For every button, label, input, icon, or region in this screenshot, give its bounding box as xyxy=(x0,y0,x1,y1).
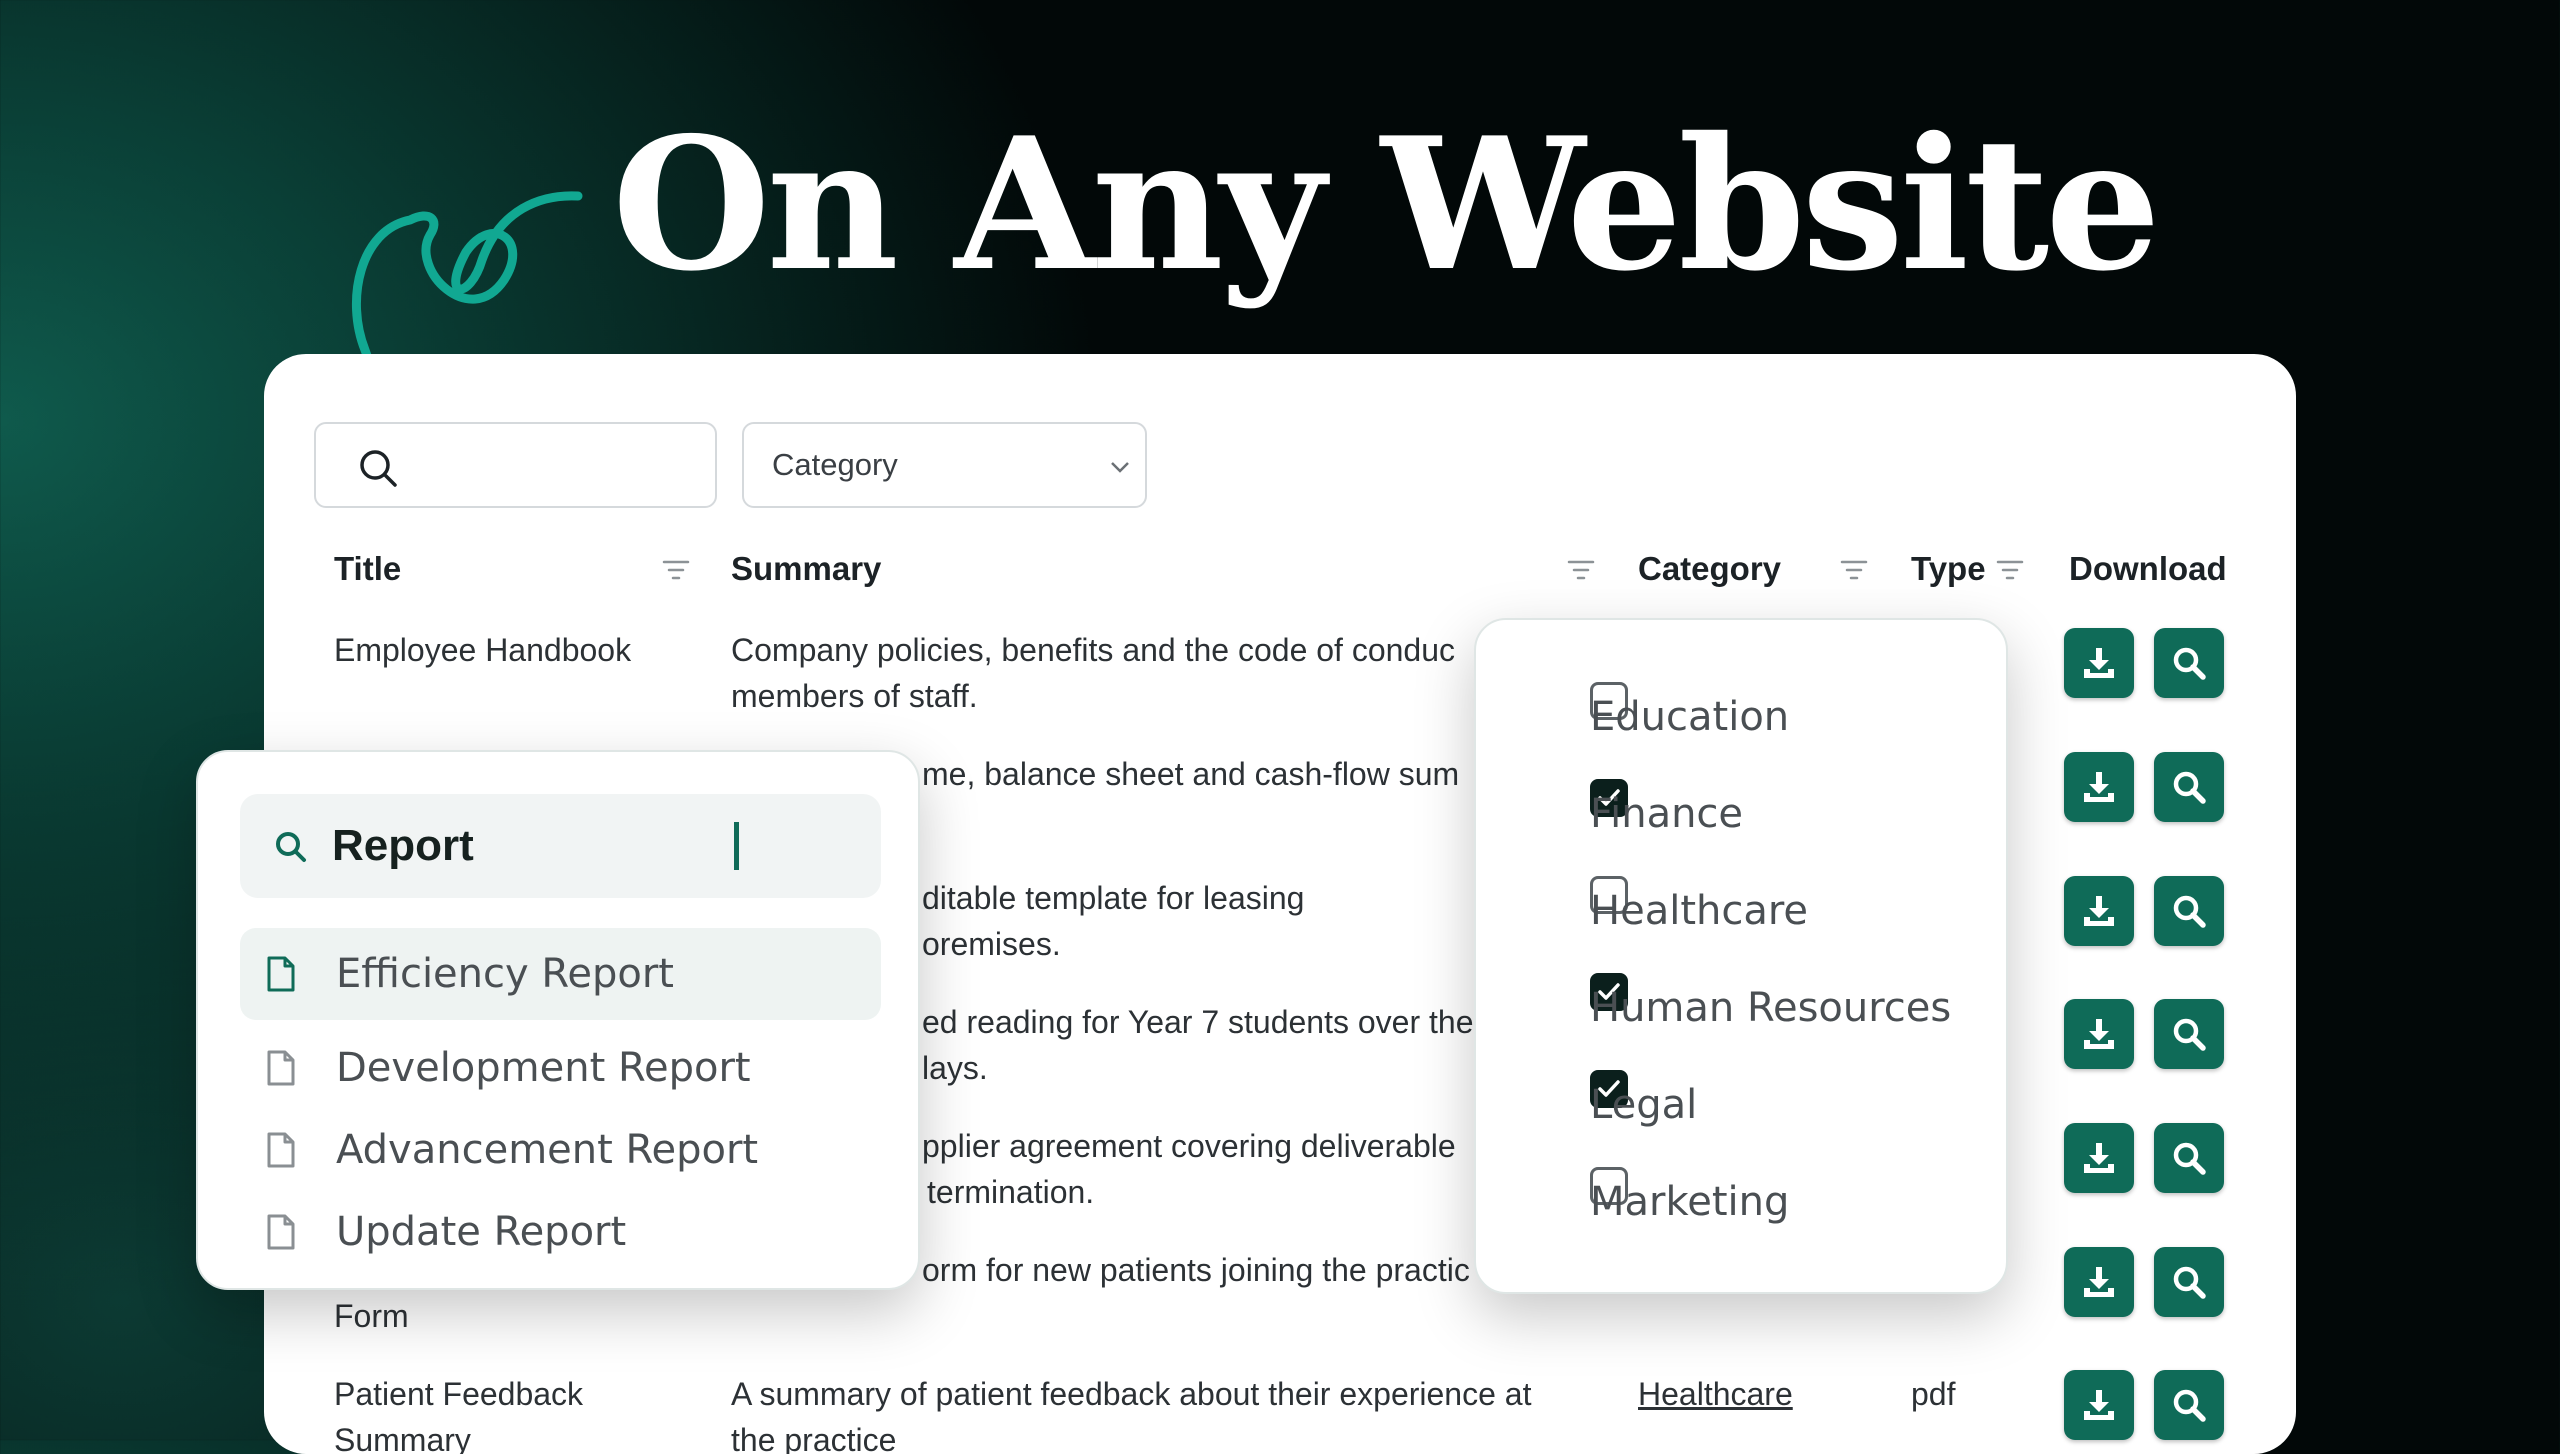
document-icon xyxy=(267,956,295,992)
preview-button[interactable] xyxy=(2154,999,2224,1069)
row-5-summary-line-1: pplier agreement covering deliverable xyxy=(922,1128,1456,1164)
preview-button[interactable] xyxy=(2154,1247,2224,1317)
download-button[interactable] xyxy=(2064,752,2134,822)
autocomplete-input[interactable]: Report xyxy=(240,794,881,898)
row-4-summary-line-1: ed reading for Year 7 students over the xyxy=(922,1004,1474,1040)
magnifier-icon xyxy=(2173,1142,2206,1175)
column-header-download: Download xyxy=(2069,550,2227,587)
search-icon xyxy=(276,832,306,862)
column-header-category[interactable]: Category xyxy=(1638,549,1781,589)
row-7-category-link[interactable]: Healthcare xyxy=(1638,1371,1793,1417)
suggestion-label: Development Report xyxy=(336,1045,751,1091)
row-7-summary-line-2: the practice xyxy=(731,1422,897,1454)
filter-icon[interactable] xyxy=(1996,559,2024,581)
suggestion-item[interactable]: Efficiency Report xyxy=(240,928,881,1020)
filter-option-marketing[interactable]: Marketing xyxy=(1520,1167,1980,1237)
magnifier-icon xyxy=(2173,1389,2206,1422)
preview-button[interactable] xyxy=(2154,876,2224,946)
headline: On Any Website xyxy=(612,97,2161,311)
download-icon xyxy=(2084,1019,2114,1049)
download-button[interactable] xyxy=(2064,876,2134,946)
download-button[interactable] xyxy=(2064,1370,2134,1440)
download-icon xyxy=(2084,772,2114,802)
download-button[interactable] xyxy=(2064,1247,2134,1317)
filter-icon[interactable] xyxy=(1840,559,1868,581)
document-icon xyxy=(267,1132,295,1168)
row-7-title-line-1: Patient Feedback xyxy=(334,1376,584,1412)
preview-button[interactable] xyxy=(2154,752,2224,822)
preview-button[interactable] xyxy=(2154,1370,2224,1440)
column-header-type[interactable]: Type xyxy=(1911,549,1986,589)
text-caret xyxy=(734,822,739,870)
row-3-summary-line-1: ditable template for leasing xyxy=(922,880,1305,916)
magnifier-icon xyxy=(2173,1018,2206,1051)
filter-option-education[interactable]: Education xyxy=(1520,682,1980,752)
filter-option-label: Education xyxy=(1590,694,1790,740)
row-3-summary-line-2: oremises. xyxy=(922,926,1061,962)
autocomplete-query: Report xyxy=(332,821,474,870)
preview-button[interactable] xyxy=(2154,1123,2224,1193)
suggestion-item[interactable]: Update Report xyxy=(240,1186,881,1278)
download-icon xyxy=(2084,1143,2114,1173)
search-icon xyxy=(360,450,397,487)
row-6-summary-line-1: orm for new patients joining the practic xyxy=(922,1252,1470,1288)
category-select[interactable]: Category xyxy=(742,422,1147,508)
suggestion-item[interactable]: Development Report xyxy=(240,1022,881,1114)
suggestion-label: Advancement Report xyxy=(336,1127,759,1173)
filter-option-finance[interactable]: Finance xyxy=(1520,779,1980,849)
filter-option-label: Human Resources xyxy=(1590,985,1952,1031)
filter-icon[interactable] xyxy=(662,559,690,581)
filter-option-label: Finance xyxy=(1590,791,1744,837)
autocomplete-panel: Report Efficiency Report Development Rep… xyxy=(196,750,920,1290)
column-header-summary[interactable]: Summary xyxy=(731,549,881,589)
filter-icon[interactable] xyxy=(1567,559,1595,581)
search-input[interactable] xyxy=(314,422,717,508)
row-7-type: pdf xyxy=(1911,1376,1956,1412)
download-icon xyxy=(2084,896,2114,926)
row-6-title-line-2: Form xyxy=(334,1298,409,1334)
filter-option-label: Marketing xyxy=(1590,1179,1790,1225)
filter-option-human-resources[interactable]: Human Resources xyxy=(1520,973,1980,1043)
filter-option-legal[interactable]: Legal xyxy=(1520,1070,1980,1140)
suggestion-item[interactable]: Advancement Report xyxy=(240,1104,881,1196)
row-7-summary-line-1: A summary of patient feedback about thei… xyxy=(731,1376,1532,1412)
row-1-summary-line-2: members of staff. xyxy=(731,678,978,714)
row-2-summary-line-1: me, balance sheet and cash-flow sum xyxy=(922,756,1460,792)
category-filter-dropdown: Education Finance Healthcare Human Resou… xyxy=(1474,618,2008,1294)
filter-option-label: Legal xyxy=(1590,1082,1698,1128)
row-1-title: Employee Handbook xyxy=(334,632,632,668)
row-1-summary-line-1: Company policies, benefits and the code … xyxy=(731,632,1456,668)
download-icon xyxy=(2084,1390,2114,1420)
magnifier-icon xyxy=(2173,647,2206,680)
suggestion-label: Update Report xyxy=(336,1209,627,1255)
filter-option-label: Healthcare xyxy=(1590,888,1809,934)
document-icon xyxy=(267,1214,295,1250)
magnifier-icon xyxy=(2173,895,2206,928)
row-5-summary-line-2: termination. xyxy=(927,1174,1095,1210)
suggestion-label: Efficiency Report xyxy=(336,951,674,997)
document-icon xyxy=(267,1050,295,1086)
download-button[interactable] xyxy=(2064,1123,2134,1193)
chevron-down-icon xyxy=(1111,462,1129,473)
download-button[interactable] xyxy=(2064,628,2134,698)
magnifier-icon xyxy=(2173,1266,2206,1299)
row-7-title-line-2: Summary xyxy=(334,1422,471,1454)
row-4-summary-line-2: lays. xyxy=(922,1050,988,1086)
filter-option-healthcare[interactable]: Healthcare xyxy=(1520,876,1980,946)
download-icon xyxy=(2084,648,2114,678)
download-button[interactable] xyxy=(2064,999,2134,1069)
category-select-value: Category xyxy=(772,447,898,482)
preview-button[interactable] xyxy=(2154,628,2224,698)
download-icon xyxy=(2084,1267,2114,1297)
column-header-title[interactable]: Title xyxy=(334,549,401,589)
magnifier-icon xyxy=(2173,771,2206,804)
